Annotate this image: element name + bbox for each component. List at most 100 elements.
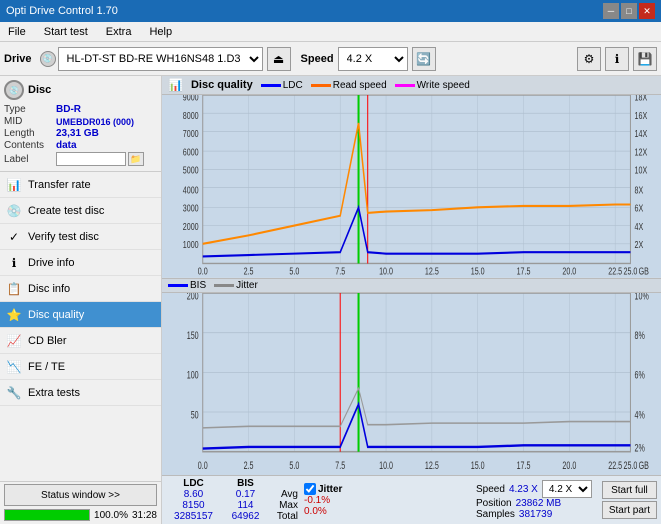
position-value: 23862 MB bbox=[516, 498, 562, 509]
svg-text:10.0: 10.0 bbox=[379, 266, 393, 277]
status-window-button[interactable]: Status window >> bbox=[4, 484, 157, 506]
window-controls: ─ □ ✕ bbox=[603, 3, 655, 19]
svg-text:0.0: 0.0 bbox=[198, 266, 208, 277]
svg-text:2%: 2% bbox=[635, 442, 645, 454]
refresh-button[interactable]: 🔄 bbox=[412, 47, 436, 71]
progress-bar-outer bbox=[4, 509, 90, 521]
sidebar-status-bar: Status window >> 100.0% 31:28 bbox=[0, 481, 161, 524]
menu-start-test[interactable]: Start test bbox=[40, 25, 92, 39]
svg-text:12.5: 12.5 bbox=[425, 459, 439, 471]
max-bis: 114 bbox=[238, 500, 254, 511]
svg-text:22.5: 22.5 bbox=[608, 266, 622, 277]
sidebar-item-create-test-disc[interactable]: 💿 Create test disc bbox=[0, 198, 161, 224]
svg-text:15.0: 15.0 bbox=[471, 459, 485, 471]
start-part-button[interactable]: Start part bbox=[602, 501, 657, 519]
minimize-button[interactable]: ─ bbox=[603, 3, 619, 19]
disc-contents-row: Contents data bbox=[4, 140, 157, 151]
total-ldc: 3285157 bbox=[174, 511, 213, 522]
progress-bar-inner bbox=[5, 510, 89, 520]
disc-info-icon: 📋 bbox=[6, 281, 22, 297]
save-button[interactable]: 💾 bbox=[633, 47, 657, 71]
avg-ldc: 8.60 bbox=[184, 489, 203, 500]
menu-extra[interactable]: Extra bbox=[102, 25, 136, 39]
sidebar-item-extra-tests[interactable]: 🔧 Extra tests bbox=[0, 380, 161, 406]
svg-text:10X: 10X bbox=[635, 164, 648, 175]
disc-length-label: Length bbox=[4, 128, 56, 139]
sidebar-item-transfer-rate[interactable]: 📊 Transfer rate bbox=[0, 172, 161, 198]
lower-chart-svg: 200 150 100 50 10% 8% 6% 4% 2% 0.0 2.5 5… bbox=[162, 293, 661, 476]
sidebar-item-disc-quality[interactable]: ⭐ Disc quality bbox=[0, 302, 161, 328]
legend-bis-color bbox=[168, 284, 188, 287]
maximize-button[interactable]: □ bbox=[621, 3, 637, 19]
jitter-checkbox[interactable] bbox=[304, 483, 316, 495]
svg-text:25.0: 25.0 bbox=[624, 459, 638, 471]
ldc-header: LDC bbox=[183, 478, 204, 489]
svg-text:25.0: 25.0 bbox=[624, 266, 638, 277]
sidebar-item-verify-test-disc[interactable]: ✓ Verify test disc bbox=[0, 224, 161, 250]
verify-test-disc-label: Verify test disc bbox=[28, 231, 99, 243]
legend-bis: BIS bbox=[168, 280, 206, 291]
start-full-button[interactable]: Start full bbox=[602, 481, 657, 499]
disc-mid-row: MID UMEBDR016 (000) bbox=[4, 116, 157, 127]
menu-file[interactable]: File bbox=[4, 25, 30, 39]
svg-text:4X: 4X bbox=[635, 221, 644, 232]
svg-text:14X: 14X bbox=[635, 128, 648, 139]
avg-bis: 0.17 bbox=[236, 489, 255, 500]
svg-text:20.0: 20.0 bbox=[562, 266, 576, 277]
sidebar-item-cd-bier[interactable]: 📈 CD Bler bbox=[0, 328, 161, 354]
info-button[interactable]: ℹ bbox=[605, 47, 629, 71]
svg-text:6%: 6% bbox=[635, 369, 645, 381]
svg-text:20.0: 20.0 bbox=[562, 459, 576, 471]
disc-label-browse-button[interactable]: 📁 bbox=[128, 152, 144, 166]
total-bis: 64962 bbox=[232, 511, 260, 522]
speed-position-column: Speed 4.23 X 4.2 X Position 23862 MB Sam… bbox=[476, 480, 592, 520]
progress-container: 100.0% 31:28 bbox=[4, 509, 157, 524]
chart-icon: 📊 bbox=[168, 78, 183, 92]
progress-text: 100.0% bbox=[94, 510, 128, 521]
disc-mid-value: UMEBDR016 (000) bbox=[56, 117, 134, 127]
svg-text:GB: GB bbox=[639, 266, 650, 277]
close-button[interactable]: ✕ bbox=[639, 3, 655, 19]
sidebar-item-drive-info[interactable]: ℹ Drive info bbox=[0, 250, 161, 276]
disc-type-row: Type BD-R bbox=[4, 104, 157, 115]
speed-label: Speed bbox=[301, 53, 334, 65]
svg-text:2.5: 2.5 bbox=[244, 266, 254, 277]
eject-button[interactable]: ⏏ bbox=[267, 47, 291, 71]
sidebar: 💿 Disc Type BD-R MID UMEBDR016 (000) Len… bbox=[0, 76, 162, 524]
svg-text:7000: 7000 bbox=[183, 128, 199, 139]
svg-text:2X: 2X bbox=[635, 239, 644, 250]
total-label: Total bbox=[277, 511, 298, 522]
app-title: Opti Drive Control 1.70 bbox=[6, 5, 118, 17]
lower-chart-header: BIS Jitter bbox=[162, 279, 661, 293]
toolbar: Drive 💿 HL-DT-ST BD-RE WH16NS48 1.D3 ⏏ S… bbox=[0, 42, 661, 76]
samples-row: Samples 381739 bbox=[476, 509, 592, 520]
speed-select[interactable]: 4.2 X bbox=[338, 47, 408, 71]
svg-text:5000: 5000 bbox=[183, 164, 199, 175]
svg-text:18X: 18X bbox=[635, 95, 648, 103]
verify-test-disc-icon: ✓ bbox=[6, 229, 22, 245]
disc-panel: 💿 Disc Type BD-R MID UMEBDR016 (000) Len… bbox=[0, 76, 161, 172]
create-test-disc-icon: 💿 bbox=[6, 203, 22, 219]
sidebar-item-fe-te[interactable]: 📉 FE / TE bbox=[0, 354, 161, 380]
legend-jitter: Jitter bbox=[214, 280, 258, 291]
settings-button[interactable]: ⚙ bbox=[577, 47, 601, 71]
svg-text:4000: 4000 bbox=[183, 184, 199, 195]
svg-text:7.5: 7.5 bbox=[335, 266, 345, 277]
menu-help[interactable]: Help bbox=[145, 25, 176, 39]
disc-type-value: BD-R bbox=[56, 104, 81, 115]
svg-text:2.5: 2.5 bbox=[244, 459, 254, 471]
max-ldc: 8150 bbox=[182, 500, 204, 511]
svg-text:3000: 3000 bbox=[183, 202, 199, 213]
drive-select[interactable]: HL-DT-ST BD-RE WH16NS48 1.D3 bbox=[58, 47, 263, 71]
svg-text:8X: 8X bbox=[635, 184, 644, 195]
speed-select-stats[interactable]: 4.2 X bbox=[542, 480, 592, 498]
svg-text:1000: 1000 bbox=[183, 239, 199, 250]
position-label: Position bbox=[476, 498, 512, 509]
svg-text:6X: 6X bbox=[635, 202, 644, 213]
sidebar-item-disc-info[interactable]: 📋 Disc info bbox=[0, 276, 161, 302]
jitter-column: Jitter -0.1% 0.0% bbox=[304, 483, 342, 517]
disc-label-input[interactable] bbox=[56, 152, 126, 166]
legend-read-speed-label: Read speed bbox=[333, 80, 387, 91]
samples-label: Samples bbox=[476, 509, 515, 520]
svg-text:10.0: 10.0 bbox=[379, 459, 393, 471]
